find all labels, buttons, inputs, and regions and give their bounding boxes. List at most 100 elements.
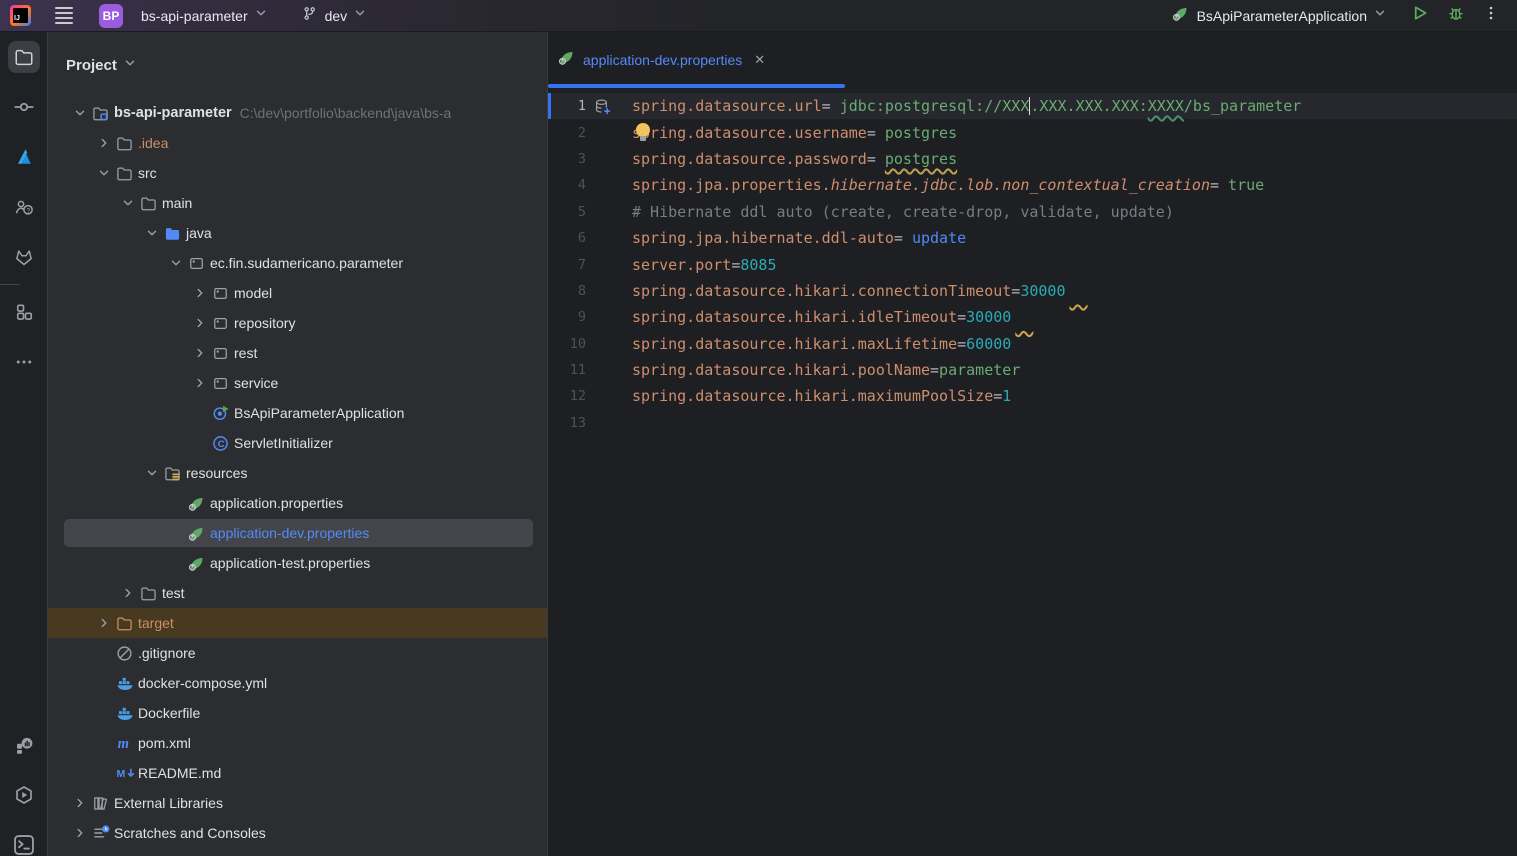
spring-file-icon: [188, 555, 210, 571]
tree-item-servletinitializer[interactable]: CServletInitializer: [48, 428, 547, 458]
code-token: spring.datasource.hikari.poolName: [632, 361, 930, 379]
vcs-branch-widget[interactable]: dev: [296, 3, 374, 29]
line-number: 9: [548, 309, 586, 325]
chevron-open-icon[interactable]: [140, 465, 164, 481]
chevron-open-icon[interactable]: [92, 165, 116, 181]
tree-item-pom-xml[interactable]: mpom.xml: [48, 728, 547, 758]
toolwindow-button-more[interactable]: [0, 337, 48, 387]
code-token: jdbc:postgresql://XXX: [831, 97, 1030, 115]
code-line-9[interactable]: 9spring.datasource.hikari.idleTimeout=30…: [548, 304, 1517, 330]
tree-item-resources[interactable]: resources: [48, 458, 547, 488]
chevron-closed-icon[interactable]: [116, 585, 140, 601]
tree-item-idea[interactable]: .idea: [48, 128, 547, 158]
code-line-2[interactable]: 2spring.datasource.username= postgres: [548, 119, 1517, 145]
tree-item-label: repository: [234, 315, 295, 331]
toolwindow-button-azure[interactable]: [0, 132, 48, 182]
chevron-closed-icon[interactable]: [68, 795, 92, 811]
tree-item-label: BsApiParameterApplication: [234, 405, 404, 421]
run-configuration-selector[interactable]: BsApiParameterApplication: [1166, 2, 1393, 30]
chevron-closed-icon[interactable]: [68, 825, 92, 841]
project-panel-header[interactable]: Project: [48, 32, 547, 98]
ide-window: IJ BP bs-api-parameter dev BsApiParamete…: [0, 0, 1517, 856]
tree-item-test[interactable]: test: [48, 578, 547, 608]
tree-item-service[interactable]: service: [48, 368, 547, 398]
tree-item-target[interactable]: target: [48, 608, 547, 638]
code-line-11[interactable]: 11spring.datasource.hikari.poolName=para…: [548, 357, 1517, 383]
project-selector[interactable]: bs-api-parameter: [133, 3, 274, 28]
code-line-6[interactable]: 6spring.jpa.hibernate.ddl-auto= update: [548, 225, 1517, 251]
tree-item-ec-fin-sudamericano-parameter[interactable]: ec.fin.sudamericano.parameter: [48, 248, 547, 278]
tree-item-gitignore[interactable]: .gitignore: [48, 638, 547, 668]
tree-item-application-test-properties[interactable]: application-test.properties: [48, 548, 547, 578]
code-line-13[interactable]: 13: [548, 410, 1517, 436]
code-line-text: spring.datasource.username= postgres: [632, 124, 957, 142]
services-icon: [8, 779, 40, 811]
toolwindow-button-profiler[interactable]: [0, 720, 48, 770]
toolwindow-button-services[interactable]: [0, 770, 48, 820]
debug-button[interactable]: [1447, 4, 1465, 27]
chevron-closed-icon[interactable]: [188, 375, 212, 391]
db-add-gutter-icon[interactable]: [586, 98, 612, 115]
code-token: =: [993, 387, 1002, 405]
toolwindow-button-code-with-me[interactable]: ?: [0, 182, 48, 232]
project-toolwindow: Project bs-api-parameterC:\dev\portfolio…: [48, 32, 547, 856]
code-line-5[interactable]: 5# Hibernate ddl auto (create, create-dr…: [548, 199, 1517, 225]
line-number: 4: [548, 177, 586, 193]
chevron-open-icon[interactable]: [140, 225, 164, 241]
code-editor[interactable]: 1spring.datasource.url= jdbc:postgresql:…: [548, 88, 1517, 856]
chevron-closed-icon[interactable]: [92, 135, 116, 151]
editor-tab-application-dev-properties[interactable]: application-dev.properties ✕: [548, 32, 779, 88]
tree-item-application-properties[interactable]: application.properties: [48, 488, 547, 518]
tree-item-readme-md[interactable]: MREADME.md: [48, 758, 547, 788]
tree-item-src[interactable]: src: [48, 158, 547, 188]
toolwindow-button-commit[interactable]: [0, 82, 48, 132]
tree-item-main[interactable]: main: [48, 188, 547, 218]
tree-item-scratches-and-consoles[interactable]: Scratches and Consoles: [48, 818, 547, 848]
code-line-4[interactable]: 4spring.jpa.properties.hibernate.jdbc.lo…: [548, 172, 1517, 198]
code-line-3[interactable]: 3spring.datasource.password= postgres: [548, 146, 1517, 172]
tree-item-bsapiparameterapplication[interactable]: BsApiParameterApplication: [48, 398, 547, 428]
tree-item-path: C:\dev\portfolio\backend\java\bs-a: [240, 105, 452, 121]
toolwindow-button-project-folder[interactable]: [0, 32, 48, 82]
code-token: spring.datasource.username: [632, 124, 867, 142]
code-line-text: spring.datasource.hikari.connectionTimeo…: [632, 282, 1084, 300]
chevron-spacer: [92, 765, 116, 781]
tree-item-dockerfile[interactable]: Dockerfile: [48, 698, 547, 728]
chevron-closed-icon[interactable]: [188, 315, 212, 331]
chevron-closed-icon[interactable]: [92, 615, 116, 631]
tree-item-label: README.md: [138, 765, 221, 781]
tree-item-label: application.properties: [210, 495, 343, 511]
code-line-text: spring.datasource.hikari.maxLifetime=600…: [632, 335, 1011, 353]
tree-item-application-dev-properties[interactable]: application-dev.properties: [48, 518, 547, 548]
code-line-10[interactable]: 10spring.datasource.hikari.maxLifetime=6…: [548, 331, 1517, 357]
tree-item-java[interactable]: java: [48, 218, 547, 248]
main-menu-button[interactable]: [49, 4, 79, 28]
folder-icon: [140, 195, 162, 211]
tree-item-repository[interactable]: repository: [48, 308, 547, 338]
tree-item-model[interactable]: model: [48, 278, 547, 308]
toolwindow-button-structure[interactable]: [0, 287, 48, 337]
chevron-closed-icon[interactable]: [188, 345, 212, 361]
tree-item-label: Dockerfile: [138, 705, 200, 721]
toolwindow-button-gitlab[interactable]: [0, 232, 48, 282]
tree-item-bs-api-parameter[interactable]: bs-api-parameterC:\dev\portfolio\backend…: [48, 98, 547, 128]
code-token: =: [957, 335, 966, 353]
chevron-open-icon[interactable]: [164, 255, 188, 271]
tree-item-external-libraries[interactable]: External Libraries: [48, 788, 547, 818]
more-actions-button[interactable]: [1483, 5, 1499, 26]
close-tab-icon[interactable]: ✕: [754, 52, 765, 68]
code-line-8[interactable]: 8spring.datasource.hikari.connectionTime…: [548, 278, 1517, 304]
tree-item-label: pom.xml: [138, 735, 191, 751]
chevron-open-icon[interactable]: [116, 195, 140, 211]
toolwindow-button-terminal[interactable]: [0, 820, 48, 856]
tree-item-rest[interactable]: rest: [48, 338, 547, 368]
code-line-12[interactable]: 12spring.datasource.hikari.maximumPoolSi…: [548, 383, 1517, 409]
tree-item-docker-compose-yml[interactable]: docker-compose.yml: [48, 668, 547, 698]
project-badge[interactable]: BP: [99, 4, 123, 28]
run-button[interactable]: [1411, 4, 1429, 27]
run-configuration-name: BsApiParameterApplication: [1197, 8, 1367, 24]
chevron-closed-icon[interactable]: [188, 285, 212, 301]
chevron-open-icon[interactable]: [68, 105, 92, 121]
code-line-1[interactable]: 1spring.datasource.url= jdbc:postgresql:…: [548, 93, 1517, 119]
code-line-7[interactable]: 7server.port=8085: [548, 251, 1517, 277]
